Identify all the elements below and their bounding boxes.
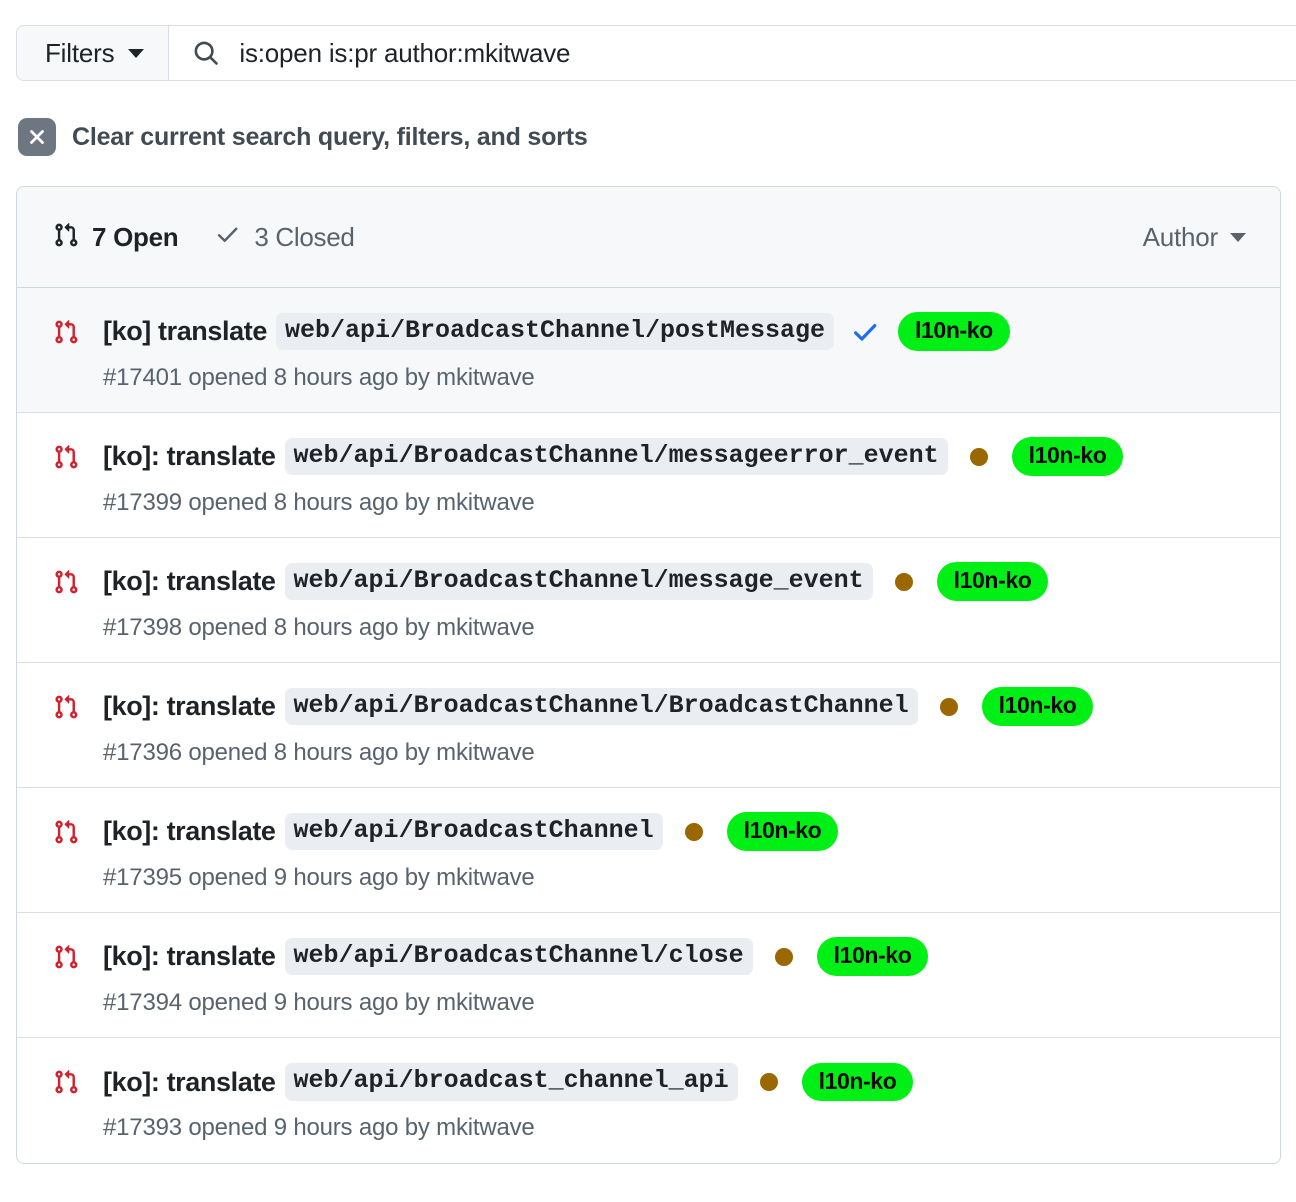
open-count-label: 7 Open [92,222,178,253]
pull-request-title[interactable]: [ko]: translate [103,1067,276,1098]
dot-fill-icon [685,823,703,841]
clear-search-button[interactable]: Clear current search query, filters, and… [18,118,588,156]
pull-request-title[interactable]: [ko]: translate [103,441,276,472]
pull-request-meta: #17393 opened 9 hours ago by mkitwave [103,1114,1246,1142]
pull-request-rows: [ko] translate web/api/BroadcastChannel/p… [17,288,1280,1163]
pull-request-title-line: [ko]: translate web/api/broadcast_channel… [53,1059,1246,1105]
pull-request-title-line: [ko]: translate web/api/BroadcastChannel/… [53,934,1246,980]
pull-request-meta: #17395 opened 9 hours ago by mkitwave [103,864,1246,892]
dot-fill-icon [775,948,793,966]
dot-fill-icon [940,698,958,716]
pull-request-row[interactable]: [ko] translate web/api/BroadcastChannel/p… [17,288,1280,413]
chevron-down-icon [128,49,144,58]
dot-fill-icon[interactable] [754,1067,784,1097]
list-header: 7 Open 3 Closed Author [17,187,1280,288]
git-pull-request-icon [53,222,79,253]
pull-request-title-line: [ko]: translate web/api/BroadcastChannel/… [53,434,1246,480]
pull-request-title-line: [ko]: translate web/api/BroadcastChannel l… [53,809,1246,855]
closed-count-filter[interactable]: 3 Closed [214,221,354,253]
pull-request-meta: #17394 opened 9 hours ago by mkitwave [103,989,1246,1017]
pull-request-row[interactable]: [ko]: translate web/api/BroadcastChannel/… [17,663,1280,788]
pull-request-row[interactable]: [ko]: translate web/api/BroadcastChannel/… [17,913,1280,1038]
filters-button[interactable]: Filters [17,26,169,80]
pull-request-title-line: [ko]: translate web/api/BroadcastChannel/… [53,559,1246,605]
dot-fill-icon[interactable] [769,942,799,972]
check-icon [214,221,241,253]
label-badge[interactable]: l10n-ko [727,812,839,850]
git-pull-request-icon [53,1069,83,1095]
pull-request-title-line: [ko]: translate web/api/BroadcastChannel/… [53,684,1246,730]
filters-button-label: Filters [45,38,114,69]
search-bar: Filters is:open is:pr author:mkitwave [16,25,1296,81]
pull-request-title[interactable]: [ko] translate [103,316,267,347]
state-filter-group: 7 Open 3 Closed [53,221,355,253]
author-sort-dropdown[interactable]: Author [1143,222,1246,253]
pull-requests-page: Filters is:open is:pr author:mkitwave Cl… [0,0,1296,1202]
check-icon[interactable] [850,317,880,347]
git-pull-request-icon [53,944,83,970]
dot-fill-icon[interactable] [679,817,709,847]
pull-request-meta: #17399 opened 8 hours ago by mkitwave [103,489,1246,517]
chevron-down-icon [1230,233,1246,242]
label-badge[interactable]: l10n-ko [817,937,929,975]
dot-fill-icon [760,1073,778,1091]
clear-search-label: Clear current search query, filters, and… [72,123,588,152]
git-pull-request-icon [53,444,83,470]
pull-request-title-code[interactable]: web/api/broadcast_channel_api [285,1063,738,1101]
git-pull-request-icon [53,819,83,845]
dot-fill-icon[interactable] [964,442,994,472]
x-circle-fill-icon [18,118,56,156]
git-pull-request-icon [53,694,83,720]
pull-request-row[interactable]: [ko]: translate web/api/BroadcastChannel l… [17,788,1280,913]
git-pull-request-icon [53,569,83,595]
dot-fill-icon [970,448,988,466]
pull-request-meta: #17401 opened 8 hours ago by mkitwave [103,364,1246,392]
pull-request-title[interactable]: [ko]: translate [103,566,276,597]
pull-request-title-code[interactable]: web/api/BroadcastChannel/BroadcastChanne… [285,688,918,726]
pull-request-title[interactable]: [ko]: translate [103,691,276,722]
open-count-filter[interactable]: 7 Open [53,222,178,253]
search-input[interactable]: is:open is:pr author:mkitwave [169,26,1296,80]
pull-request-meta: #17396 opened 8 hours ago by mkitwave [103,739,1246,767]
git-pull-request-icon [53,319,83,345]
dot-fill-icon[interactable] [934,692,964,722]
author-sort-label: Author [1143,222,1218,253]
pull-request-list: 7 Open 3 Closed Author [ko] translate web… [16,186,1281,1164]
pull-request-meta: #17398 opened 8 hours ago by mkitwave [103,614,1246,642]
pull-request-row[interactable]: [ko]: translate web/api/BroadcastChannel/… [17,538,1280,663]
label-badge[interactable]: l10n-ko [898,312,1010,350]
label-badge[interactable]: l10n-ko [802,1063,914,1101]
label-badge[interactable]: l10n-ko [982,687,1094,725]
pull-request-title-code[interactable]: web/api/BroadcastChannel/messageerror_ev… [285,438,948,476]
search-query-text: is:open is:pr author:mkitwave [239,38,570,69]
dot-fill-icon[interactable] [889,567,919,597]
pull-request-title[interactable]: [ko]: translate [103,941,276,972]
pull-request-row[interactable]: [ko]: translate web/api/broadcast_channel… [17,1038,1280,1163]
pull-request-title[interactable]: [ko]: translate [103,816,276,847]
label-badge[interactable]: l10n-ko [1012,437,1124,475]
search-icon [191,38,221,68]
pull-request-title-code[interactable]: web/api/BroadcastChannel [285,813,663,851]
pull-request-title-code[interactable]: web/api/BroadcastChannel/message_event [285,563,873,601]
pull-request-title-code[interactable]: web/api/BroadcastChannel/close [285,938,753,976]
pull-request-row[interactable]: [ko]: translate web/api/BroadcastChannel/… [17,413,1280,538]
dot-fill-icon [895,573,913,591]
label-badge[interactable]: l10n-ko [937,562,1049,600]
pull-request-title-line: [ko] translate web/api/BroadcastChannel/p… [53,309,1246,355]
pull-request-title-code[interactable]: web/api/BroadcastChannel/postMessage [276,313,834,351]
closed-count-label: 3 Closed [254,222,354,253]
